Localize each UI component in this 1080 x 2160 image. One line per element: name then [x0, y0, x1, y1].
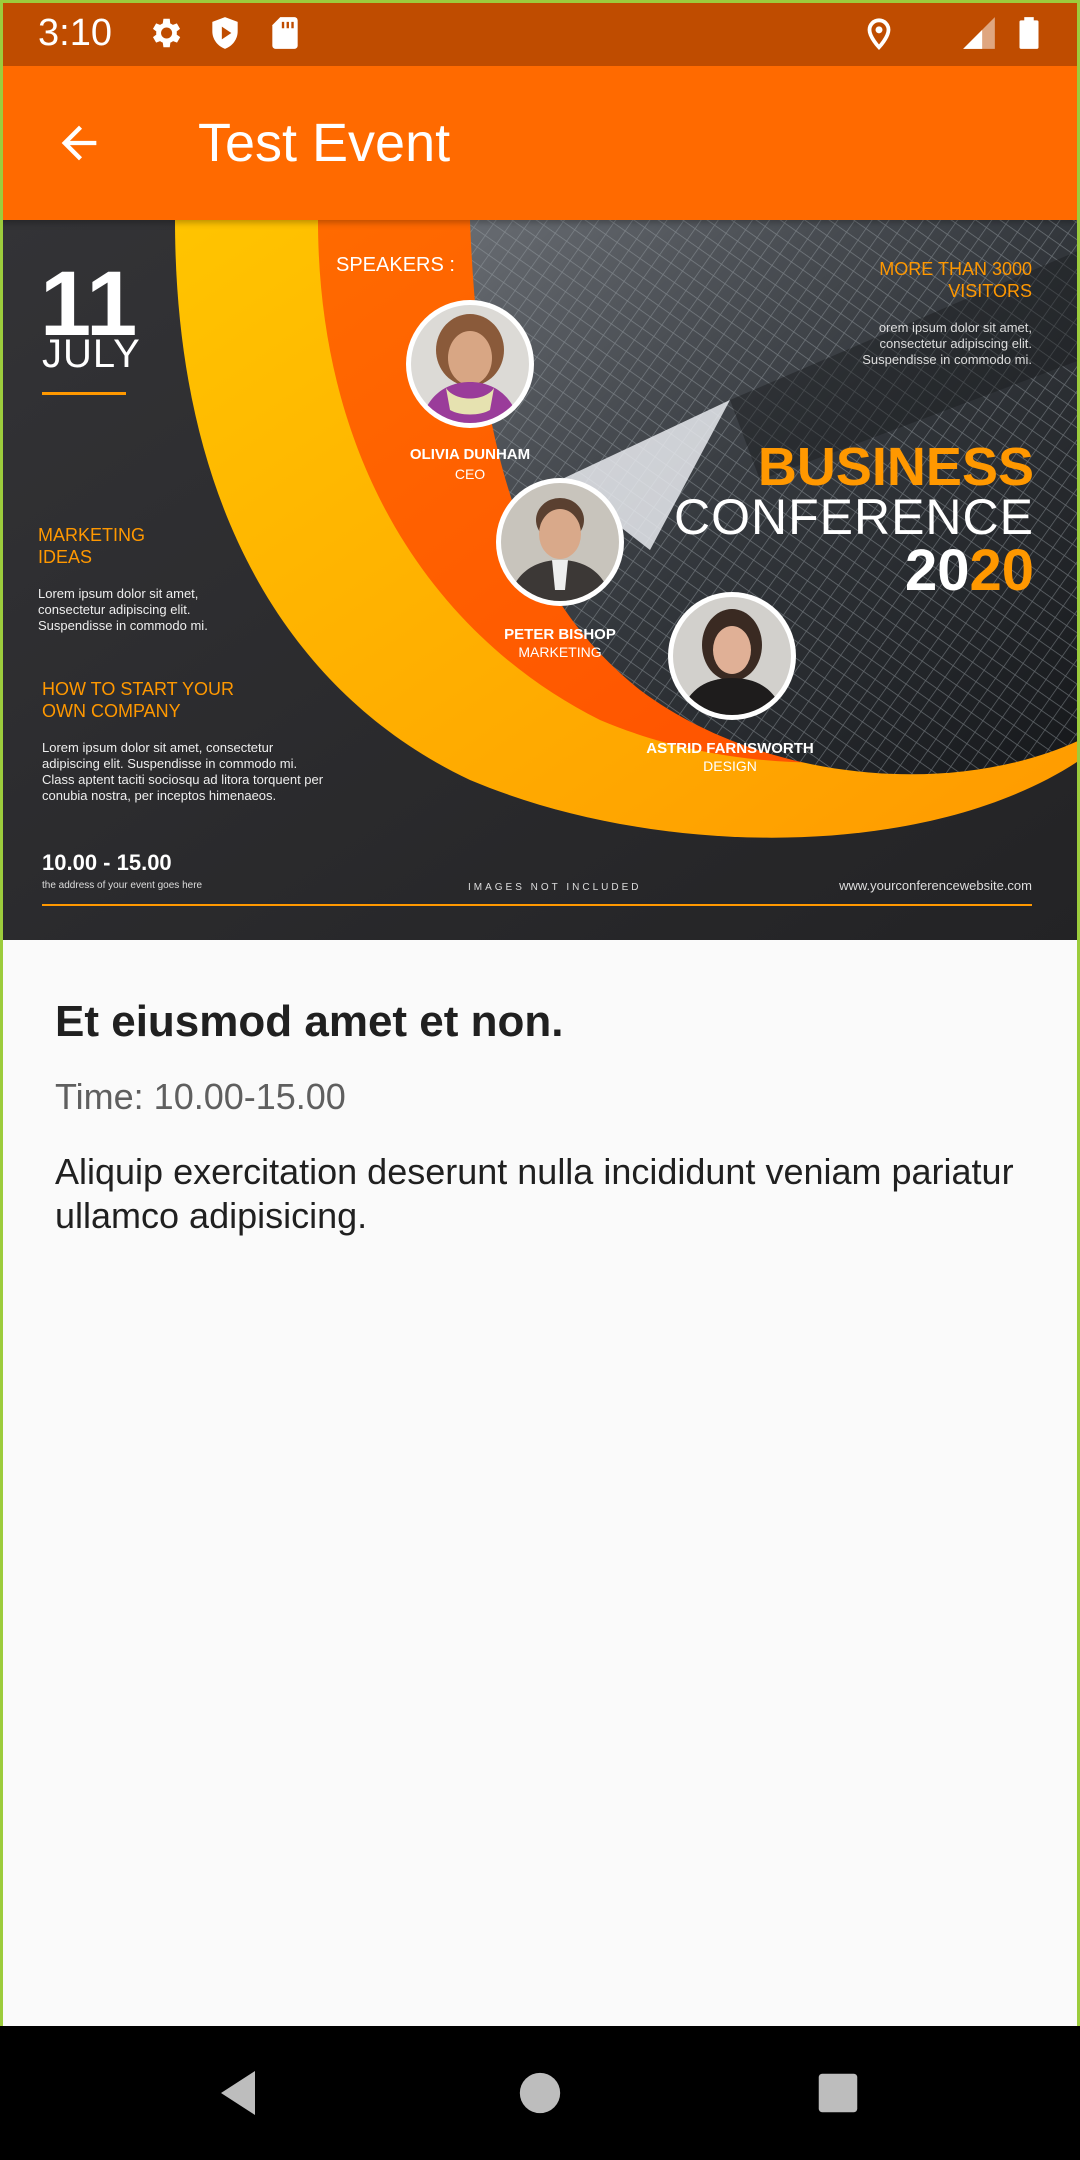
- poster-time-range: 10.00 - 15.00: [42, 850, 172, 875]
- poster-date-month: JULY: [42, 332, 141, 376]
- nav-recents-button[interactable]: [799, 2054, 877, 2132]
- event-description: Aliquip exercitation deserunt nulla inci…: [55, 1151, 1014, 1236]
- poster-year: 2020: [905, 540, 1034, 602]
- poster-section1-text: Lorem ipsum dolor sit amet, consectetur …: [38, 586, 208, 633]
- speaker-name-3: ASTRID FARNSWORTH: [646, 740, 814, 757]
- poster-bottom-rule: [42, 904, 1032, 906]
- status-time: 3:10: [38, 12, 112, 54]
- app-bar: Test Event: [0, 66, 1080, 220]
- nav-back-button[interactable]: [200, 2054, 278, 2132]
- poster-headline-business: BUSINESS: [757, 437, 1034, 497]
- poster-speakers-label: SPEAKERS :: [336, 254, 455, 276]
- speaker-photo-1: [406, 300, 534, 428]
- poster-year-b: 20: [969, 538, 1034, 603]
- signal-icon: [960, 14, 998, 52]
- speaker-role-1: CEO: [454, 466, 486, 482]
- sd-card-icon: [266, 14, 304, 52]
- triangle-back-icon: [221, 2071, 255, 2115]
- event-time: Time: 10.00-15.00: [55, 1076, 346, 1117]
- battery-icon: [1010, 14, 1048, 52]
- poster-section2-title: HOW TO START YOUR OWN COMPANY: [42, 679, 235, 721]
- system-nav-bar: [0, 2026, 1080, 2160]
- location-pin-icon: [860, 14, 898, 52]
- poster-headline-conference: CONFERENCE: [673, 489, 1034, 545]
- speaker-photo-2: [496, 478, 624, 606]
- poster-year-a: 20: [904, 538, 970, 603]
- shield-play-icon: [206, 14, 244, 52]
- poster-section1-title: MARKETING IDEAS: [38, 525, 146, 567]
- poster-images-note: IMAGES NOT INCLUDED: [468, 882, 642, 893]
- gear-icon: [146, 14, 184, 52]
- poster-date-underline: [42, 392, 126, 395]
- speaker-name-2: PETER BISHOP: [504, 626, 616, 643]
- page-title: Test Event: [198, 113, 451, 173]
- square-recents-icon: [818, 2073, 858, 2113]
- speaker-role-3: DESIGN: [703, 758, 757, 774]
- speaker-role-2: MARKETING: [518, 644, 602, 660]
- poster-section2-text: Lorem ipsum dolor sit amet, consectetur …: [42, 740, 324, 803]
- status-bar: 3:10: [0, 0, 1080, 66]
- event-poster-image: 11 JULY SPEAKERS : OLIVIA DUNHAM CEO PET…: [0, 220, 1080, 940]
- poster-visitors-text: orem ipsum dolor sit amet, consectetur a…: [862, 320, 1032, 367]
- poster-address: the address of your event goes here: [42, 880, 203, 891]
- nav-home-button[interactable]: [501, 2054, 579, 2132]
- speaker-photo-3: [668, 592, 796, 720]
- speaker-name-1: OLIVIA DUNHAM: [409, 446, 531, 463]
- poster-website: www.yourconferencewebsite.com: [839, 878, 1032, 893]
- arrow-back-icon: [61, 125, 97, 161]
- circle-home-icon: [519, 2072, 561, 2114]
- poster-visitors: MORE THAN 3000 VISITORS: [879, 259, 1032, 301]
- event-title: Et eiusmod amet et non.: [55, 997, 564, 1046]
- back-button[interactable]: [40, 104, 118, 182]
